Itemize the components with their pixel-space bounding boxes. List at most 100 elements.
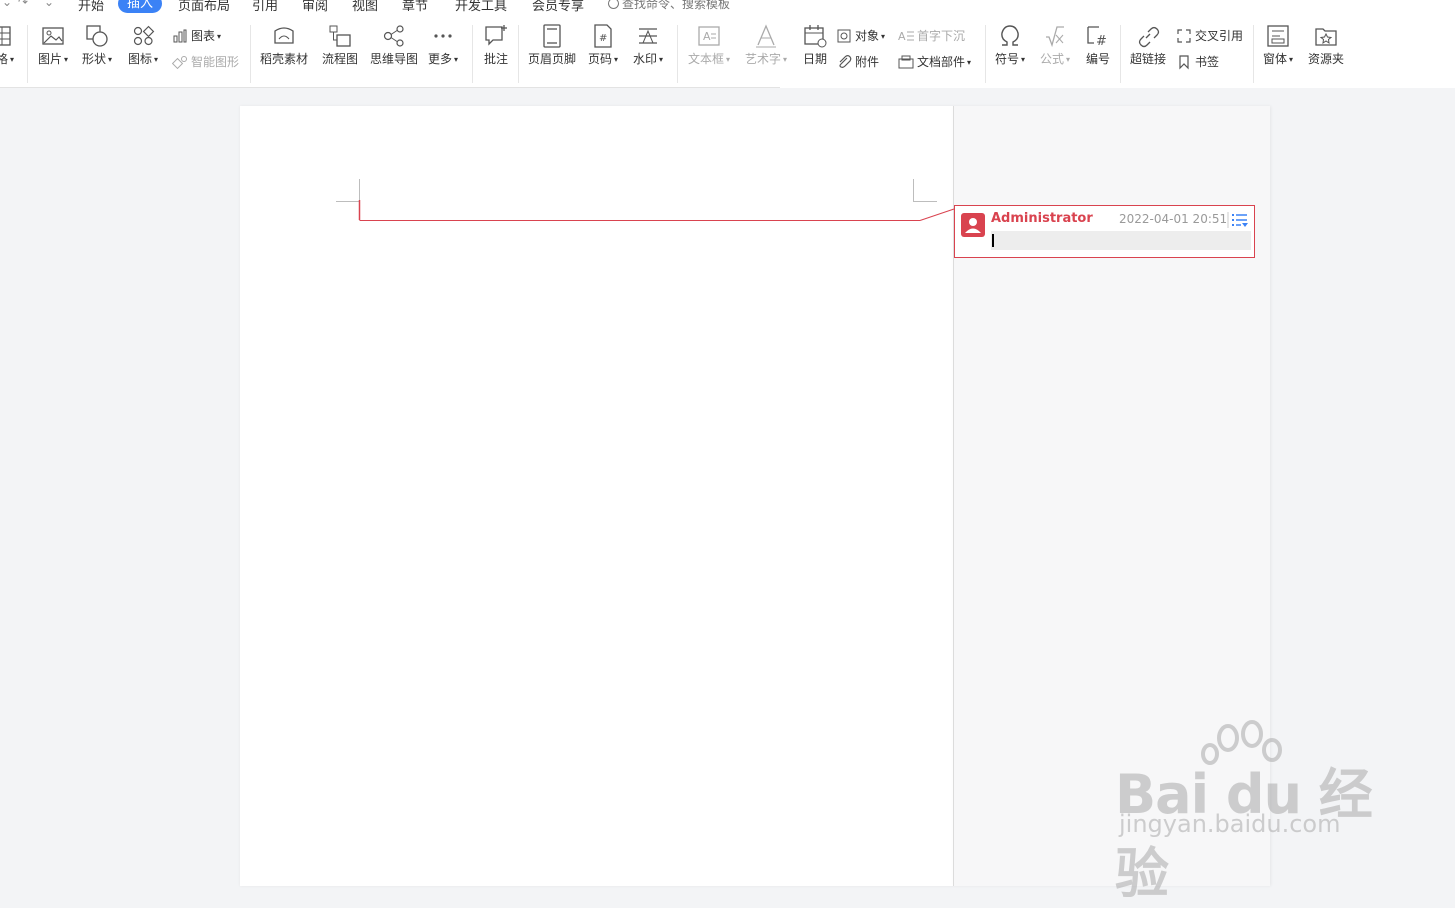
more-label: 更多 [428,52,453,66]
watermark-icon [639,28,658,44]
daoke-label: 稻壳素材 [260,52,309,66]
comment-button[interactable]: 批注 [483,23,509,67]
page-number-icon: # [594,24,612,48]
cross-reference-button[interactable]: 交叉引用 [1176,27,1243,45]
object-icon [837,29,851,43]
comment-card[interactable]: Administrator 2022-04-01 20:51 [954,205,1255,258]
divider [1253,25,1254,83]
comment-author: Administrator [991,211,1093,226]
bookmark-button[interactable]: 书签 [1176,53,1219,71]
tab-chapter[interactable]: 章节 [402,0,428,14]
header-footer-icon [543,24,561,48]
object-button[interactable]: 对象 ▾ [836,27,885,46]
symbol-button[interactable]: 符号 ▾ [995,23,1025,68]
date-label: 日期 [802,52,827,66]
numbering-label: 编号 [1085,52,1110,66]
bookmark-icon [1179,55,1189,70]
wordart-button[interactable]: 艺术字 ▾ [745,23,787,68]
tab-insert[interactable]: 插入 [118,0,163,13]
doc-part-button[interactable]: 文档部件 ▾ [898,53,971,72]
paperclip-icon [839,55,852,68]
table-label: 格 [0,52,8,66]
document-page[interactable] [240,106,954,886]
picture-button[interactable]: 图片 ▾ [38,23,68,68]
watermark-button[interactable]: 水印 ▾ [633,23,663,68]
tab-review[interactable]: 审阅 [302,0,328,14]
tab-page-layout[interactable]: 页面布局 [178,0,230,14]
mindmap-icon [383,25,404,47]
formula-icon [1046,26,1065,48]
comment-text-input[interactable] [991,231,1251,250]
page-number-button[interactable]: # 页码 ▾ [588,23,618,68]
divider [518,25,519,83]
divider [985,25,986,83]
bookmark-label: 书签 [1195,55,1220,69]
margin-corner-top-right [913,179,937,202]
comment-add-icon [485,25,507,46]
customize-quick-access-icon[interactable]: ⌄ [44,0,54,9]
tab-member[interactable]: 会员专享 [532,0,584,14]
flowchart-label: 流程图 [322,52,359,66]
drop-cap-label: 首字下沉 [917,29,966,43]
chart-button[interactable]: 图表 ▾ [172,27,221,46]
comment-timestamp: 2022-04-01 20:51 [1119,212,1228,226]
comment-menu-button[interactable] [1227,211,1249,229]
header-footer-button[interactable]: 页眉页脚 [528,23,576,67]
calendar-icon [804,25,827,48]
comment-label: 批注 [483,52,508,66]
omega-icon [1001,25,1019,46]
redo-icon[interactable]: ↷ [18,0,28,9]
ribbon-divider [0,87,780,88]
formula-label: 公式 [1040,52,1065,66]
chart-icon [173,29,187,43]
icon-button[interactable]: 图标 ▾ [128,23,158,68]
resources-folder-icon [1315,28,1337,46]
numbering-button[interactable]: # 编号 [1085,23,1111,67]
resources-button[interactable]: 资源夹 [1308,23,1344,67]
chart-label: 图表 [191,29,216,43]
tab-start[interactable]: 开始 [78,0,104,14]
tab-view[interactable]: 视图 [352,0,378,14]
flowchart-button[interactable]: 流程图 [322,23,358,67]
menu-bar: ⌄ ↷ ⌄ 开始 插入 页面布局 引用 审阅 视图 章节 开发工具 会员专享 查… [0,0,1455,14]
picture-label: 图片 [38,52,63,66]
attachment-button[interactable]: 附件 [836,53,879,71]
picture-icon [42,27,64,45]
command-search[interactable]: 查找命令、搜索模板 [608,0,730,12]
header-footer-label: 页眉页脚 [528,52,577,66]
more-icon[interactable]: ⌄ [2,0,12,9]
divider [1120,25,1121,83]
mindmap-button[interactable]: 思维导图 [370,23,418,67]
formula-button[interactable]: 公式 ▾ [1040,23,1070,68]
table-button[interactable]: 格 ▾ [0,23,18,68]
svg-text:#: # [599,33,607,44]
flowchart-icon [329,25,351,47]
shape-button[interactable]: 形状 ▾ [82,23,112,68]
mindmap-label: 思维导图 [370,52,419,66]
symbol-label: 符号 [995,52,1020,66]
hyperlink-button[interactable]: 超链接 [1130,23,1166,67]
tab-developer[interactable]: 开发工具 [455,0,507,14]
form-window-button[interactable]: 窗体 ▾ [1263,23,1293,68]
more-dots-icon [434,34,452,38]
daoke-material-button[interactable]: 稻壳素材 [260,23,308,67]
divider [27,25,28,83]
svg-text:#: # [1096,34,1107,49]
divider [677,25,678,83]
baidu-jingyan-watermark: Bai du 经验 jingyan.baidu.com [1115,720,1395,905]
link-icon [1138,26,1160,48]
drop-cap-icon: A [898,30,914,43]
ribbon-toolbar: 格 ▾ 图片 ▾ 形状 ▾ 图标 ▾ 图表 ▾ 智能图形 稻壳素材 流程图 思维导图 更多… [0,13,1455,88]
cross-reference-label: 交叉引用 [1195,29,1244,43]
table-icon [0,26,11,46]
smart-graphic-button[interactable]: 智能图形 [171,53,239,71]
more-button[interactable]: 更多 ▾ [428,23,458,68]
page-number-label: 页码 [588,52,613,66]
tab-references[interactable]: 引用 [252,0,278,14]
drop-cap-button[interactable]: A 首字下沉 [898,27,965,45]
search-icon [608,0,619,9]
textbox-button[interactable]: A 文本框 ▾ [688,23,730,68]
form-icon [1267,25,1289,47]
shape-icon [86,25,108,47]
date-button[interactable]: 日期 [802,23,828,67]
